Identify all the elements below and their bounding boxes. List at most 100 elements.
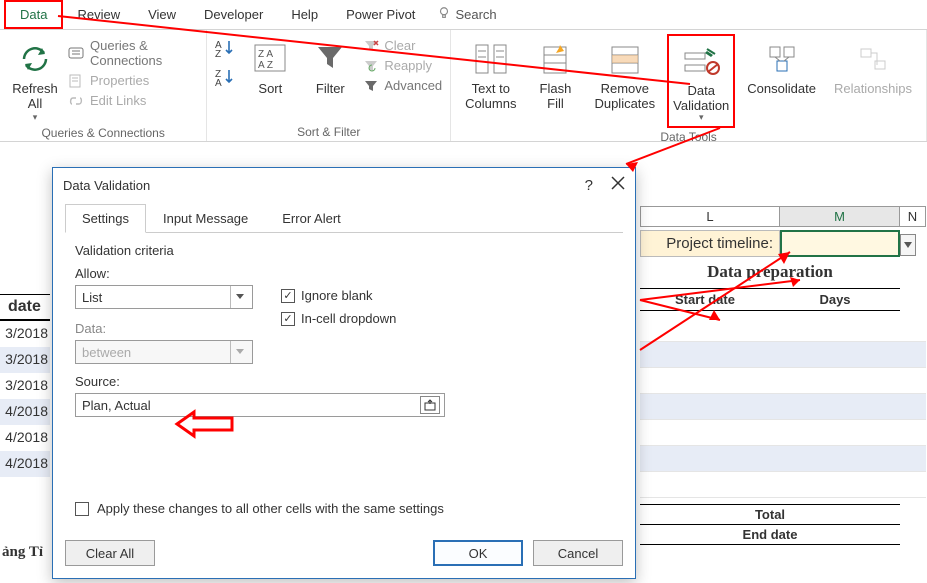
date-cell[interactable]: 3/2018 xyxy=(0,373,50,399)
data-validation-button[interactable]: DataValidation ▾ xyxy=(667,34,735,128)
group-datatools: Text toColumns FlashFill RemoveDuplicate… xyxy=(451,30,927,141)
remove-dup-icon xyxy=(608,36,642,82)
table-body xyxy=(640,316,926,498)
date-cell[interactable]: 3/2018 xyxy=(0,347,50,373)
total-label: Total xyxy=(640,504,900,524)
ignore-blank-checkbox[interactable]: ✓ Ignore blank xyxy=(281,288,396,303)
ok-button[interactable]: OK xyxy=(433,540,523,566)
text-to-columns-icon xyxy=(474,36,508,82)
relationships-icon xyxy=(858,36,888,82)
clear-filter-button[interactable]: Clear xyxy=(363,38,442,53)
tab-view[interactable]: View xyxy=(134,2,190,27)
tell-me-search[interactable]: Search xyxy=(429,6,496,23)
incell-dropdown-checkbox[interactable]: ✓ In-cell dropdown xyxy=(281,311,396,326)
sheet-tab-fragment: ảng Tỉ xyxy=(0,544,43,561)
table-row[interactable] xyxy=(640,368,926,394)
sort-desc-button[interactable]: ZA xyxy=(215,67,237,90)
section-data-prep: Data preparation xyxy=(640,262,900,282)
queries-connections-button[interactable]: Queries & Connections xyxy=(68,38,198,68)
date-cell[interactable]: 4/2018 xyxy=(0,399,50,425)
svg-text:Z: Z xyxy=(215,49,221,60)
group-sortfilter-label: Sort & Filter xyxy=(215,123,442,139)
consolidate-button[interactable]: Consolidate xyxy=(741,34,822,99)
date-cell[interactable]: 4/2018 xyxy=(0,451,50,477)
column-headers: L M N xyxy=(640,206,926,227)
advanced-icon xyxy=(363,79,379,93)
tab-review[interactable]: Review xyxy=(63,2,134,27)
text-to-columns-label: Text toColumns xyxy=(465,82,516,112)
ribbon: RefreshAll ▾ Queries & Connections Prope… xyxy=(0,30,927,142)
tab-developer[interactable]: Developer xyxy=(190,2,277,27)
data-select: between xyxy=(75,340,253,364)
edit-links-button[interactable]: Edit Links xyxy=(68,93,198,108)
sort-button[interactable]: Z AA Z Sort xyxy=(243,34,297,99)
properties-icon xyxy=(68,74,84,88)
dropdown-button[interactable] xyxy=(900,234,916,256)
remove-duplicates-button[interactable]: RemoveDuplicates xyxy=(588,34,661,114)
cell-project-timeline-label[interactable]: Project timeline: xyxy=(640,230,780,257)
allow-label: Allow: xyxy=(75,266,253,281)
sort-asc-button[interactable]: AZ xyxy=(215,38,237,61)
queries-label: Queries & Connections xyxy=(90,38,198,68)
group-queries-label: Queries & Connections xyxy=(8,124,198,140)
end-date-label: End date xyxy=(640,524,900,545)
close-icon xyxy=(611,176,625,190)
source-input[interactable]: Plan, Actual xyxy=(75,393,445,417)
table-row[interactable] xyxy=(640,446,926,472)
editlinks-icon xyxy=(68,94,84,108)
group-sortfilter: AZ ZA Z AA Z Sort Filter Clear Reapply A… xyxy=(207,30,451,141)
refresh-icon xyxy=(18,36,52,82)
date-cell[interactable]: 3/2018 xyxy=(0,321,50,347)
col-header-l[interactable]: L xyxy=(640,206,780,227)
help-button[interactable]: ? xyxy=(585,177,593,194)
consolidate-icon xyxy=(767,36,797,82)
data-validation-dialog: Data Validation ? Settings Input Message… xyxy=(52,167,636,579)
refresh-all-label: RefreshAll xyxy=(12,82,58,112)
bulb-icon xyxy=(437,6,451,23)
allow-select[interactable]: List xyxy=(75,285,253,309)
range-picker-button[interactable] xyxy=(420,396,440,414)
tab-help[interactable]: Help xyxy=(277,2,332,27)
close-button[interactable] xyxy=(611,176,625,195)
filter-button[interactable]: Filter xyxy=(303,34,357,99)
incell-label: In-cell dropdown xyxy=(301,311,396,326)
tab-powerpivot[interactable]: Power Pivot xyxy=(332,2,429,27)
cancel-button[interactable]: Cancel xyxy=(533,540,623,566)
checkbox-checked-icon: ✓ xyxy=(281,289,295,303)
search-label: Search xyxy=(455,7,496,22)
group-datatools-label: Data Tools xyxy=(459,128,918,144)
table-row[interactable] xyxy=(640,316,926,342)
reapply-label: Reapply xyxy=(384,58,432,73)
advanced-filter-button[interactable]: Advanced xyxy=(363,78,442,93)
svg-text:Z A: Z A xyxy=(258,49,273,60)
flashfill-icon xyxy=(540,36,570,82)
table-row[interactable] xyxy=(640,342,926,368)
text-to-columns-button[interactable]: Text toColumns xyxy=(459,34,522,114)
clear-icon xyxy=(363,39,379,53)
chevron-down-icon: ▾ xyxy=(33,112,38,122)
table-header: Start date Days xyxy=(640,288,900,311)
group-queries: RefreshAll ▾ Queries & Connections Prope… xyxy=(0,30,207,141)
table-row[interactable] xyxy=(640,420,926,446)
date-cell[interactable]: 4/2018 xyxy=(0,425,50,451)
chevron-down-icon xyxy=(230,286,248,308)
flashfill-label: FlashFill xyxy=(540,82,572,112)
apply-all-checkbox[interactable] xyxy=(75,502,89,516)
tab-error-alert[interactable]: Error Alert xyxy=(265,204,358,233)
relationships-button[interactable]: Relationships xyxy=(828,34,918,99)
col-header-n[interactable]: N xyxy=(900,206,926,227)
flash-fill-button[interactable]: FlashFill xyxy=(528,34,582,114)
tab-settings[interactable]: Settings xyxy=(65,204,146,233)
clear-all-button[interactable]: Clear All xyxy=(65,540,155,566)
properties-button[interactable]: Properties xyxy=(68,73,198,88)
table-row[interactable] xyxy=(640,472,926,498)
table-row[interactable] xyxy=(640,394,926,420)
remove-dup-label: RemoveDuplicates xyxy=(594,82,655,112)
tab-data[interactable]: Data xyxy=(4,0,63,29)
data-value: between xyxy=(82,345,131,360)
col-header-m[interactable]: M xyxy=(780,206,900,227)
refresh-all-button[interactable]: RefreshAll ▾ xyxy=(8,34,62,124)
cell-m-selected[interactable] xyxy=(780,230,900,257)
reapply-button[interactable]: Reapply xyxy=(363,58,442,73)
tab-input-message[interactable]: Input Message xyxy=(146,204,265,233)
